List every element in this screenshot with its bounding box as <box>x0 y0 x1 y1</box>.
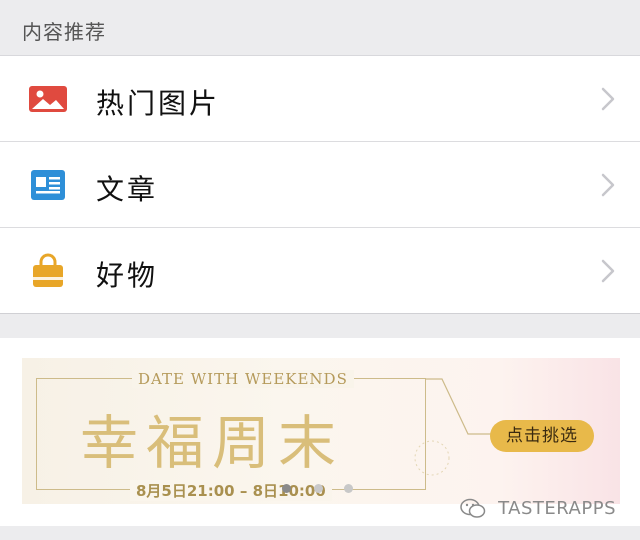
watermark-text: TASTERAPPS <box>498 498 616 519</box>
list-item-label: 好物 <box>96 259 159 292</box>
list-item-label: 文章 <box>96 173 159 206</box>
chevron-right-icon <box>601 87 615 111</box>
image-icon <box>29 86 67 112</box>
banner-title: 幸福周末 <box>80 409 345 477</box>
wechat-icon <box>460 498 486 518</box>
promo-banner[interactable]: DATE WITH WEEKENDS 幸福周末 8月5日21:00 – 8日10… <box>22 358 620 504</box>
banner-date-range: 8月5日21:00 – 8日10:00 <box>130 480 332 501</box>
carousel-dot[interactable] <box>314 484 323 493</box>
recommend-list: 热门图片 文章 好物 <box>0 56 640 314</box>
chevron-right-icon <box>601 259 615 283</box>
watermark: TASTERAPPS <box>460 498 616 520</box>
list-item-articles[interactable]: 文章 <box>0 142 640 228</box>
section-title: 内容推荐 <box>22 20 106 44</box>
decorative-line <box>426 378 492 435</box>
section-header: 内容推荐 <box>0 0 640 56</box>
carousel-dot[interactable] <box>344 484 353 493</box>
shopping-bag-icon <box>33 253 63 287</box>
banner-subtitle: DATE WITH WEEKENDS <box>132 370 354 388</box>
decorative-circle <box>414 440 450 476</box>
carousel-dot[interactable] <box>282 484 291 493</box>
list-item-goods[interactable]: 好物 <box>0 228 640 314</box>
section-divider <box>0 316 640 338</box>
chevron-right-icon <box>601 173 615 197</box>
list-item-label: 热门图片 <box>96 87 221 120</box>
pick-button[interactable]: 点击挑选 <box>490 420 594 452</box>
article-icon <box>31 170 65 200</box>
list-item-hot-images[interactable]: 热门图片 <box>0 56 640 142</box>
